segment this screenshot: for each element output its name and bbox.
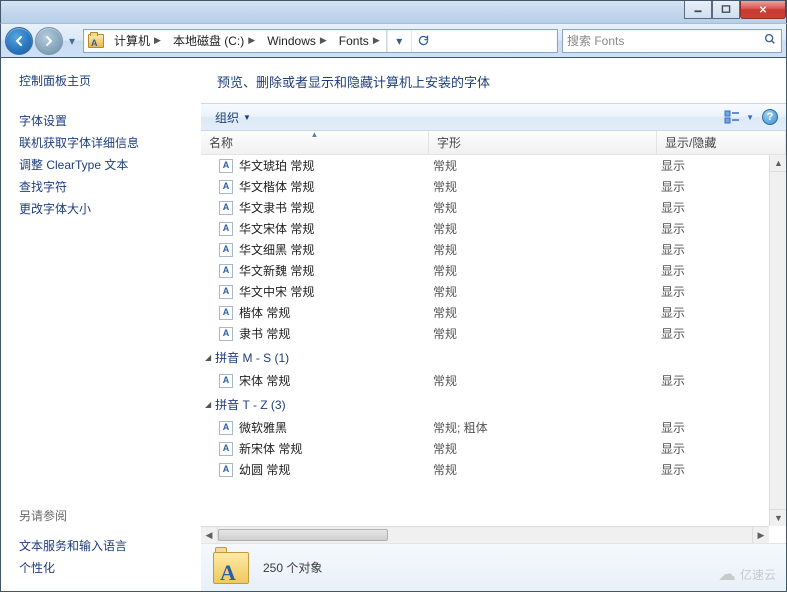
font-file-icon: A (219, 285, 233, 299)
font-row[interactable]: A华文宋体 常规常规显示 (201, 218, 786, 239)
cloud-icon: ☁ (718, 564, 736, 585)
font-row[interactable]: A华文楷体 常规常规显示 (201, 176, 786, 197)
see-also-label: 另请参阅 (19, 507, 191, 524)
breadcrumb-segment[interactable]: 计算机▶ (108, 30, 167, 52)
back-button[interactable] (5, 27, 33, 55)
font-file-icon: A (219, 159, 233, 173)
sidebar-link[interactable]: 联机获取字体详细信息 (19, 134, 191, 151)
toolbar: 组织▼ ▼ ? (201, 103, 786, 131)
chevron-right-icon: ▶ (154, 35, 161, 46)
status-text: 250 个对象 (263, 559, 322, 576)
close-button[interactable] (740, 1, 786, 19)
sidebar-link[interactable]: 更改字体大小 (19, 200, 191, 217)
view-options-button[interactable] (722, 108, 744, 126)
view-dropdown[interactable]: ▼ (746, 113, 754, 122)
font-row[interactable]: A隶书 常规常规显示 (201, 323, 786, 344)
search-icon (763, 32, 777, 49)
font-file-icon: A (219, 264, 233, 278)
font-file-icon: A (219, 374, 233, 388)
chevron-down-icon: ▼ (243, 113, 251, 122)
column-name[interactable]: ▲名称 (201, 131, 429, 154)
sort-indicator-icon: ▲ (311, 130, 319, 139)
page-heading: 预览、删除或者显示和隐藏计算机上安装的字体 (201, 58, 786, 103)
font-file-icon: A (219, 201, 233, 215)
sidebar-link[interactable]: 查找字符 (19, 178, 191, 195)
font-row[interactable]: A华文中宋 常规常规显示 (201, 281, 786, 302)
see-also-link[interactable]: 文本服务和输入语言 (19, 537, 191, 554)
main-panel: 预览、删除或者显示和隐藏计算机上安装的字体 组织▼ ▼ ? ▲名称 字形 显示/… (201, 58, 786, 591)
font-row[interactable]: A华文新魏 常规常规显示 (201, 260, 786, 281)
column-headers: ▲名称 字形 显示/隐藏 (201, 131, 786, 155)
font-row[interactable]: A微软雅黑常规; 粗体显示 (201, 417, 786, 438)
sidebar-link[interactable]: 字体设置 (19, 112, 191, 129)
sidebar-title: 控制面板主页 (19, 72, 191, 89)
vertical-scrollbar[interactable]: ▲ ▼ (769, 155, 786, 526)
font-file-icon: A (219, 327, 233, 341)
font-file-icon: A (219, 243, 233, 257)
search-placeholder: 搜索 Fonts (567, 32, 624, 49)
column-style[interactable]: 字形 (429, 131, 657, 154)
font-row[interactable]: A华文琥珀 常规常规显示 (201, 155, 786, 176)
navigation-bar: ▾ A 计算机▶本地磁盘 (C:)▶Windows▶Fonts▶ ▾ 搜索 Fo… (0, 23, 787, 58)
font-file-icon: A (219, 222, 233, 236)
help-button[interactable]: ? (762, 109, 778, 125)
scrollbar-thumb[interactable] (218, 529, 388, 541)
address-bar[interactable]: A 计算机▶本地磁盘 (C:)▶Windows▶Fonts▶ ▾ (83, 29, 558, 53)
font-list[interactable]: A华文琥珀 常规常规显示A华文楷体 常规常规显示A华文隶书 常规常规显示A华文宋… (201, 155, 786, 543)
scroll-left-button[interactable]: ◀ (201, 527, 218, 543)
watermark: ☁ 亿速云 (718, 564, 776, 585)
refresh-button[interactable] (411, 30, 435, 52)
search-input[interactable]: 搜索 Fonts (562, 29, 782, 53)
titlebar (0, 0, 787, 23)
font-row[interactable]: A新宋体 常规常规显示 (201, 438, 786, 459)
maximize-button[interactable] (712, 1, 740, 19)
location-icon: A (86, 31, 106, 51)
font-file-icon: A (219, 306, 233, 320)
group-header[interactable]: ◢拼音 M - S (1) (201, 344, 786, 370)
chevron-right-icon: ▶ (373, 35, 380, 46)
chevron-right-icon: ▶ (320, 35, 327, 46)
breadcrumb-segment[interactable]: Windows▶ (261, 30, 333, 52)
folder-icon: A (213, 552, 249, 584)
scroll-right-button[interactable]: ▶ (752, 527, 769, 543)
column-show[interactable]: 显示/隐藏 (657, 131, 786, 154)
collapse-icon: ◢ (205, 400, 211, 409)
font-file-icon: A (219, 180, 233, 194)
font-row[interactable]: A华文隶书 常规常规显示 (201, 197, 786, 218)
font-file-icon: A (219, 463, 233, 477)
minimize-button[interactable] (684, 1, 712, 19)
status-bar: A 250 个对象 (201, 543, 786, 591)
address-dropdown[interactable]: ▾ (387, 30, 411, 52)
group-header[interactable]: ◢拼音 T - Z (3) (201, 391, 786, 417)
font-row[interactable]: A华文细黑 常规常规显示 (201, 239, 786, 260)
breadcrumb-segment[interactable]: Fonts▶ (333, 30, 386, 52)
sidebar: 控制面板主页 字体设置联机获取字体详细信息调整 ClearType 文本查找字符… (1, 58, 201, 591)
scroll-down-button[interactable]: ▼ (770, 509, 786, 526)
font-file-icon: A (219, 442, 233, 456)
breadcrumb-segment[interactable]: 本地磁盘 (C:)▶ (167, 30, 261, 52)
collapse-icon: ◢ (205, 353, 211, 362)
font-row[interactable]: A楷体 常规常规显示 (201, 302, 786, 323)
font-row[interactable]: A宋体 常规常规显示 (201, 370, 786, 391)
font-file-icon: A (219, 421, 233, 435)
see-also-link[interactable]: 个性化 (19, 559, 191, 576)
font-row[interactable]: A幼圆 常规常规显示 (201, 459, 786, 480)
scroll-up-button[interactable]: ▲ (770, 155, 786, 172)
forward-button[interactable] (35, 27, 63, 55)
history-dropdown[interactable]: ▾ (65, 31, 79, 51)
chevron-right-icon: ▶ (248, 35, 255, 46)
horizontal-scrollbar[interactable]: ◀ ▶ (201, 526, 769, 543)
sidebar-link[interactable]: 调整 ClearType 文本 (19, 156, 191, 173)
organize-button[interactable]: 组织▼ (209, 107, 257, 128)
